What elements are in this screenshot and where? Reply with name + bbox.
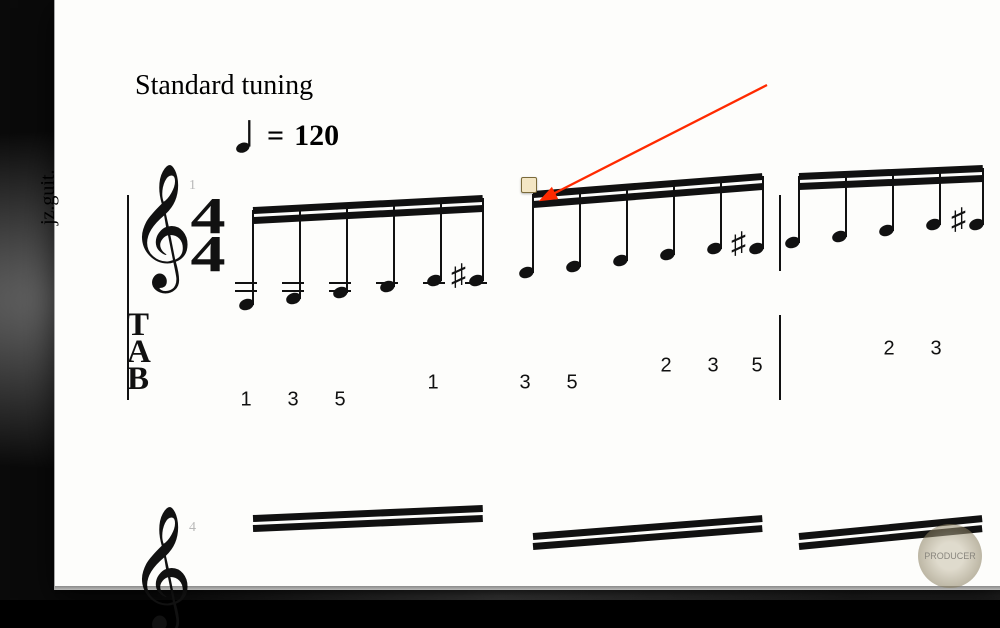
tab-fret[interactable]: 2 <box>881 338 896 361</box>
stem <box>252 210 254 305</box>
stem <box>892 172 894 231</box>
tab-fret[interactable]: 3 <box>285 389 300 412</box>
stem <box>673 183 675 255</box>
tuning-label: Standard tuning <box>135 70 313 102</box>
tab-fret[interactable]: 5 <box>332 389 347 412</box>
stem <box>982 168 984 225</box>
tab-fret[interactable]: 3 <box>928 338 943 361</box>
tempo-equals: = <box>267 119 284 153</box>
stem <box>845 174 847 237</box>
barline <box>779 195 781 271</box>
tab-fret[interactable]: 3 <box>705 355 720 378</box>
tempo-bpm: 120 <box>294 119 339 153</box>
quarter-note-icon <box>235 118 257 154</box>
tab-fret[interactable]: 3 <box>517 372 532 395</box>
stem <box>393 203 395 287</box>
tab-fret[interactable]: 2 <box>658 355 673 378</box>
score-page: Standard tuning = 120 jz.guit. 1 𝄞 4 4 T… <box>54 0 1000 590</box>
stem <box>939 170 941 225</box>
barline <box>779 315 781 400</box>
section-marker[interactable] <box>521 177 537 193</box>
timesig-denominator: 4 <box>190 225 225 284</box>
tab-letter-b: B <box>127 367 149 392</box>
stem <box>482 198 484 281</box>
stem <box>762 176 764 249</box>
tempo-marking[interactable]: = 120 <box>235 118 339 154</box>
stem <box>720 179 722 249</box>
stem <box>346 205 348 293</box>
tab-fret[interactable]: 5 <box>749 355 764 378</box>
sharp-icon: ♯ <box>451 261 466 291</box>
watermark-logo: PRODUCER <box>918 524 982 588</box>
tab-fret[interactable]: 5 <box>564 372 579 395</box>
treble-clef-icon: 𝄞 <box>129 515 193 623</box>
sharp-icon: ♯ <box>951 205 966 235</box>
stem <box>532 194 534 273</box>
treble-clef-icon: 𝄞 <box>129 173 193 281</box>
stem <box>579 190 581 267</box>
tab-fret[interactable]: 1 <box>425 372 440 395</box>
sharp-icon: ♯ <box>731 229 746 259</box>
stem <box>299 208 301 299</box>
stem <box>798 176 800 243</box>
stem <box>626 187 628 261</box>
stem <box>440 200 442 281</box>
track-label: jz.guit. <box>37 169 60 225</box>
tab-fret[interactable]: 1 <box>238 389 253 412</box>
